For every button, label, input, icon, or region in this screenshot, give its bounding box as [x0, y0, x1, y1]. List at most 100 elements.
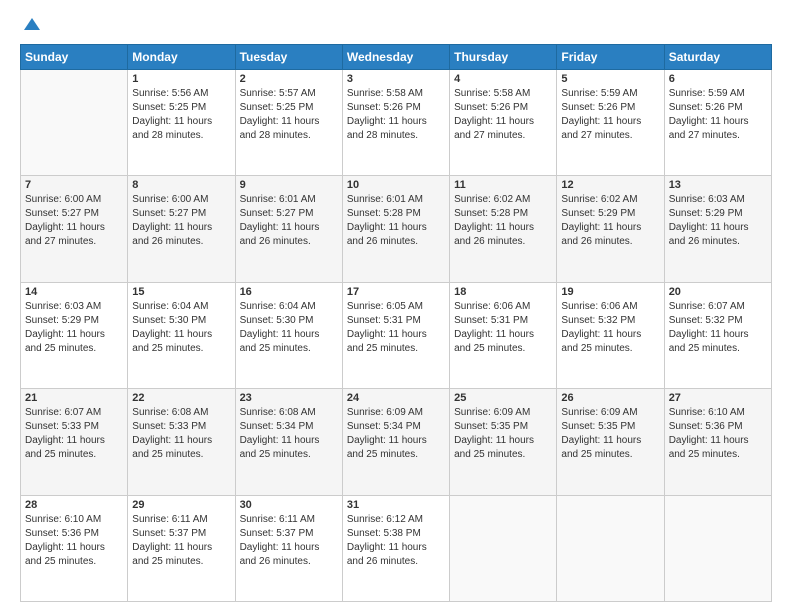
- header-cell-saturday: Saturday: [664, 45, 771, 70]
- day-number: 1: [132, 73, 230, 85]
- calendar-week-2: 14 Sunrise: 6:03 AM Sunset: 5:29 PM Dayli…: [21, 282, 772, 388]
- day-number: 5: [561, 73, 659, 85]
- day-info: Sunrise: 6:08 AM Sunset: 5:34 PM Dayligh…: [240, 406, 338, 462]
- calendar-cell: 16Sunrise: 6:04 AM Sunset: 5:30 PM Dayli…: [235, 282, 342, 388]
- calendar-cell: 21Sunrise: 6:07 AM Sunset: 5:33 PM Dayli…: [21, 389, 128, 495]
- calendar-cell: 13 Sunrise: 6:03 AM Sunset: 5:29 PM Dayli…: [664, 176, 771, 282]
- day-info: Sunrise: 6:08 AM Sunset: 5:33 PM Dayligh…: [132, 406, 230, 462]
- calendar-cell: 24Sunrise: 6:09 AM Sunset: 5:34 PM Dayli…: [342, 389, 449, 495]
- day-info: Sunrise: 6:02 AM Sunset: 5:29 PM Dayligh…: [561, 193, 659, 249]
- calendar-cell: 27 Sunrise: 6:10 AM Sunset: 5:36 PM Dayli…: [664, 389, 771, 495]
- day-info: Sunrise: 6:11 AM Sunset: 5:37 PM Dayligh…: [240, 513, 338, 569]
- calendar-cell: 3 Sunrise: 5:58 AM Sunset: 5:26 PM Daylig…: [342, 70, 449, 176]
- calendar-cell: 22 Sunrise: 6:08 AM Sunset: 5:33 PM Dayli…: [128, 389, 235, 495]
- day-number: 21: [25, 392, 123, 404]
- calendar-cell: 14 Sunrise: 6:03 AM Sunset: 5:29 PM Dayli…: [21, 282, 128, 388]
- calendar-header: SundayMondayTuesdayWednesdayThursdayFrid…: [21, 45, 772, 70]
- calendar-table: SundayMondayTuesdayWednesdayThursdayFrid…: [20, 44, 772, 602]
- calendar-cell: [450, 495, 557, 601]
- day-number: 20: [669, 286, 767, 298]
- calendar-cell: 26 Sunrise: 6:09 AM Sunset: 5:35 PM Dayli…: [557, 389, 664, 495]
- day-number: 22: [132, 392, 230, 404]
- calendar-cell: 17 Sunrise: 6:05 AM Sunset: 5:31 PM Dayli…: [342, 282, 449, 388]
- calendar-cell: 11 Sunrise: 6:02 AM Sunset: 5:28 PM Dayli…: [450, 176, 557, 282]
- calendar-cell: [664, 495, 771, 601]
- day-info: Sunrise: 6:09 AM Sunset: 5:34 PM Dayligh…: [347, 406, 445, 462]
- day-number: 11: [454, 179, 552, 191]
- day-info: Sunrise: 5:56 AM Sunset: 5:25 PM Dayligh…: [132, 87, 230, 143]
- day-number: 8: [132, 179, 230, 191]
- day-number: 30: [240, 499, 338, 511]
- day-number: 17: [347, 286, 445, 298]
- page: SundayMondayTuesdayWednesdayThursdayFrid…: [0, 0, 792, 612]
- day-number: 31: [347, 499, 445, 511]
- calendar-week-3: 21Sunrise: 6:07 AM Sunset: 5:33 PM Dayli…: [21, 389, 772, 495]
- day-info: Sunrise: 6:10 AM Sunset: 5:36 PM Dayligh…: [669, 406, 767, 462]
- day-number: 12: [561, 179, 659, 191]
- day-info: Sunrise: 6:10 AM Sunset: 5:36 PM Dayligh…: [25, 513, 123, 569]
- calendar-cell: 20 Sunrise: 6:07 AM Sunset: 5:32 PM Dayli…: [664, 282, 771, 388]
- logo-icon: [22, 16, 42, 36]
- day-info: Sunrise: 6:04 AM Sunset: 5:30 PM Dayligh…: [240, 300, 338, 356]
- day-number: 14: [25, 286, 123, 298]
- day-info: Sunrise: 5:58 AM Sunset: 5:26 PM Dayligh…: [454, 87, 552, 143]
- calendar-cell: 30 Sunrise: 6:11 AM Sunset: 5:37 PM Dayli…: [235, 495, 342, 601]
- day-number: 28: [25, 499, 123, 511]
- day-number: 7: [25, 179, 123, 191]
- day-info: Sunrise: 6:02 AM Sunset: 5:28 PM Dayligh…: [454, 193, 552, 249]
- day-info: Sunrise: 6:00 AM Sunset: 5:27 PM Dayligh…: [25, 193, 123, 249]
- day-number: 3: [347, 73, 445, 85]
- day-number: 18: [454, 286, 552, 298]
- calendar-week-1: 7 Sunrise: 6:00 AM Sunset: 5:27 PM Daylig…: [21, 176, 772, 282]
- calendar-cell: [557, 495, 664, 601]
- day-info: Sunrise: 6:01 AM Sunset: 5:27 PM Dayligh…: [240, 193, 338, 249]
- day-info: Sunrise: 6:07 AM Sunset: 5:32 PM Dayligh…: [669, 300, 767, 356]
- calendar-cell: 29 Sunrise: 6:11 AM Sunset: 5:37 PM Dayli…: [128, 495, 235, 601]
- logo: [20, 16, 42, 36]
- calendar-cell: 23 Sunrise: 6:08 AM Sunset: 5:34 PM Dayli…: [235, 389, 342, 495]
- day-info: Sunrise: 6:05 AM Sunset: 5:31 PM Dayligh…: [347, 300, 445, 356]
- day-info: Sunrise: 6:12 AM Sunset: 5:38 PM Dayligh…: [347, 513, 445, 569]
- calendar-cell: 28 Sunrise: 6:10 AM Sunset: 5:36 PM Dayli…: [21, 495, 128, 601]
- calendar-cell: 6 Sunrise: 5:59 AM Sunset: 5:26 PM Daylig…: [664, 70, 771, 176]
- calendar-cell: 2 Sunrise: 5:57 AM Sunset: 5:25 PM Daylig…: [235, 70, 342, 176]
- calendar-cell: 1 Sunrise: 5:56 AM Sunset: 5:25 PM Daylig…: [128, 70, 235, 176]
- calendar-cell: 19Sunrise: 6:06 AM Sunset: 5:32 PM Dayli…: [557, 282, 664, 388]
- day-number: 23: [240, 392, 338, 404]
- day-info: Sunrise: 5:59 AM Sunset: 5:26 PM Dayligh…: [669, 87, 767, 143]
- day-info: Sunrise: 6:03 AM Sunset: 5:29 PM Dayligh…: [25, 300, 123, 356]
- day-number: 27: [669, 392, 767, 404]
- calendar-cell: 10Sunrise: 6:01 AM Sunset: 5:28 PM Dayli…: [342, 176, 449, 282]
- day-number: 26: [561, 392, 659, 404]
- day-info: Sunrise: 5:59 AM Sunset: 5:26 PM Dayligh…: [561, 87, 659, 143]
- calendar-cell: 4 Sunrise: 5:58 AM Sunset: 5:26 PM Daylig…: [450, 70, 557, 176]
- day-info: Sunrise: 5:57 AM Sunset: 5:25 PM Dayligh…: [240, 87, 338, 143]
- day-info: Sunrise: 6:06 AM Sunset: 5:31 PM Dayligh…: [454, 300, 552, 356]
- day-number: 2: [240, 73, 338, 85]
- day-number: 13: [669, 179, 767, 191]
- day-info: Sunrise: 6:11 AM Sunset: 5:37 PM Dayligh…: [132, 513, 230, 569]
- day-number: 4: [454, 73, 552, 85]
- calendar-cell: 31 Sunrise: 6:12 AM Sunset: 5:38 PM Dayli…: [342, 495, 449, 601]
- day-number: 9: [240, 179, 338, 191]
- day-number: 29: [132, 499, 230, 511]
- calendar-cell: 9 Sunrise: 6:01 AM Sunset: 5:27 PM Daylig…: [235, 176, 342, 282]
- day-number: 6: [669, 73, 767, 85]
- calendar-week-0: 1 Sunrise: 5:56 AM Sunset: 5:25 PM Daylig…: [21, 70, 772, 176]
- header-cell-tuesday: Tuesday: [235, 45, 342, 70]
- header-row: SundayMondayTuesdayWednesdayThursdayFrid…: [21, 45, 772, 70]
- day-info: Sunrise: 6:09 AM Sunset: 5:35 PM Dayligh…: [561, 406, 659, 462]
- calendar-cell: 18 Sunrise: 6:06 AM Sunset: 5:31 PM Dayli…: [450, 282, 557, 388]
- calendar-cell: 25Sunrise: 6:09 AM Sunset: 5:35 PM Dayli…: [450, 389, 557, 495]
- day-info: Sunrise: 6:01 AM Sunset: 5:28 PM Dayligh…: [347, 193, 445, 249]
- day-number: 19: [561, 286, 659, 298]
- day-info: Sunrise: 6:04 AM Sunset: 5:30 PM Dayligh…: [132, 300, 230, 356]
- header-cell-monday: Monday: [128, 45, 235, 70]
- calendar-cell: 15Sunrise: 6:04 AM Sunset: 5:30 PM Dayli…: [128, 282, 235, 388]
- calendar-cell: 12 Sunrise: 6:02 AM Sunset: 5:29 PM Dayli…: [557, 176, 664, 282]
- calendar-cell: 7 Sunrise: 6:00 AM Sunset: 5:27 PM Daylig…: [21, 176, 128, 282]
- header-cell-sunday: Sunday: [21, 45, 128, 70]
- day-info: Sunrise: 6:00 AM Sunset: 5:27 PM Dayligh…: [132, 193, 230, 249]
- day-info: Sunrise: 5:58 AM Sunset: 5:26 PM Dayligh…: [347, 87, 445, 143]
- day-info: Sunrise: 6:03 AM Sunset: 5:29 PM Dayligh…: [669, 193, 767, 249]
